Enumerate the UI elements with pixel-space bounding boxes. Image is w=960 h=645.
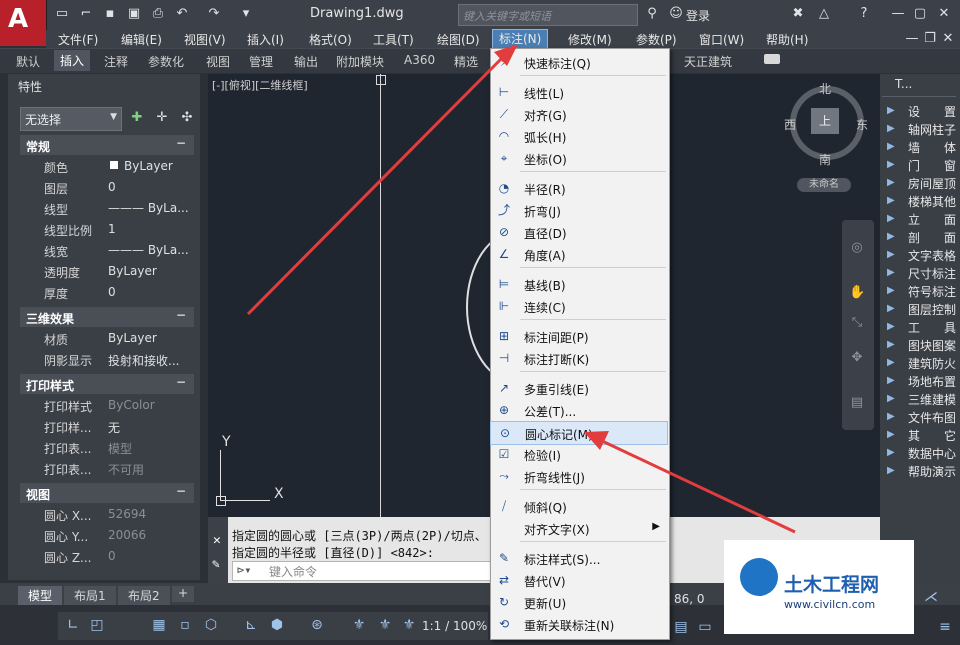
civilcn-logo-icon [740,558,778,596]
watermark-url: www.civilcn.com [784,598,876,611]
arrow-head-2 [584,431,609,450]
arrow-line-1 [246,55,505,316]
watermark: 土木工程网 www.civilcn.com [724,540,914,634]
watermark-title: 土木工程网 [784,574,880,596]
arrow-line-2 [599,438,796,534]
